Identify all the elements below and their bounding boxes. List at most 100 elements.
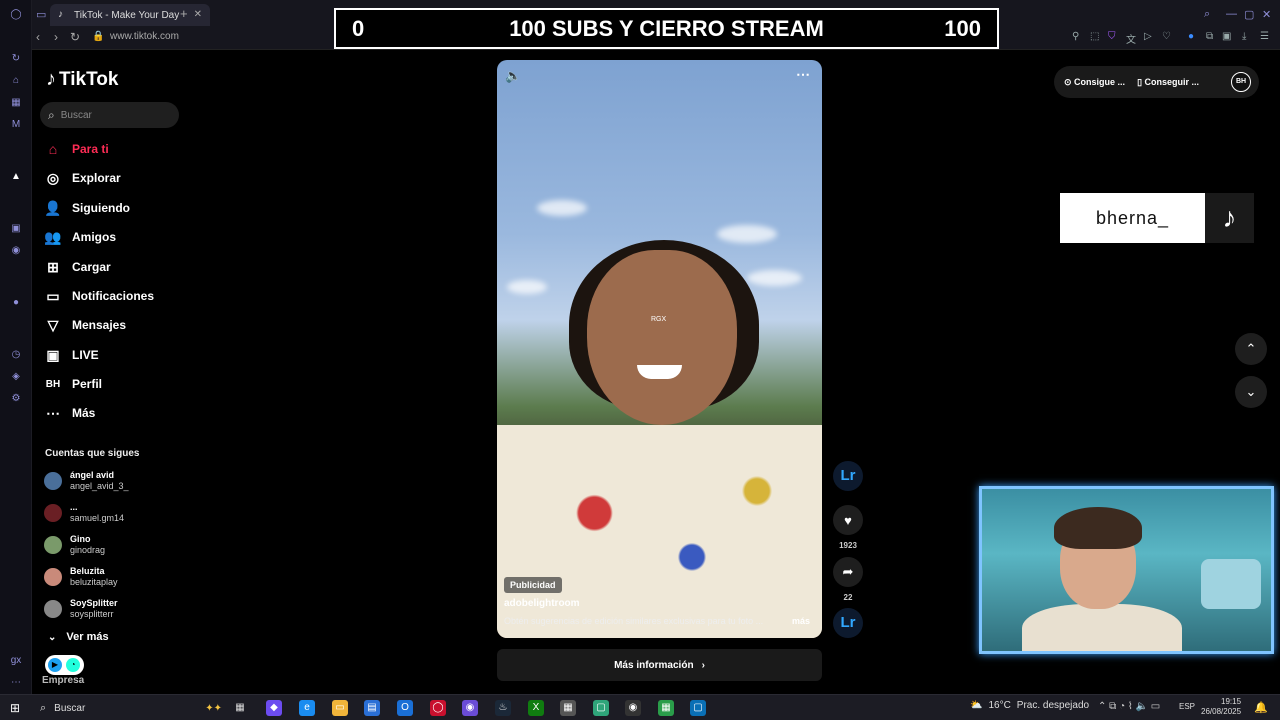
nav-more[interactable]: ⋯ Más <box>44 402 95 424</box>
nav-following[interactable]: 👤 Siguiendo <box>44 197 130 219</box>
language-indicator[interactable]: ESP <box>1179 702 1195 711</box>
nav-friends[interactable]: 👥 Amigos <box>44 226 116 248</box>
previous-video-button[interactable]: ⌃ <box>1235 333 1267 365</box>
extensions-icon[interactable]: ⧉ <box>1206 31 1213 42</box>
get-coins-button[interactable]: ⊙ Consigue ... <box>1064 77 1125 88</box>
bag-icon[interactable]: ⌂ <box>9 74 23 88</box>
back-icon[interactable]: ‹ <box>36 30 40 44</box>
browser-sidebar: ◯ ↻ ⌂ ▦ M ▲ ▣ ◉ ● ◷ ◈ ⚙ gx ⋯ <box>0 0 32 694</box>
reload-icon[interactable]: ↻ <box>70 30 80 44</box>
taskbar-search[interactable]: ⌕ Buscar ✦✦ <box>32 698 222 718</box>
following-item[interactable]: Beluzita beluzitaplay <box>44 564 118 590</box>
close-tab-icon[interactable]: ✕ <box>194 9 202 20</box>
company-link[interactable]: Empresa <box>42 675 84 686</box>
volume-icon[interactable]: 🔈 <box>505 68 521 84</box>
profile-avatar-icon[interactable]: ▣ <box>1222 31 1231 42</box>
clock-icon[interactable]: ◷ <box>9 348 23 362</box>
url-field[interactable]: www.tiktok.com <box>110 31 179 42</box>
window-app-icon[interactable]: ▢ <box>690 700 706 716</box>
store-icon[interactable]: ▤ <box>364 700 380 716</box>
nav-live[interactable]: ▣ LIVE <box>44 344 98 366</box>
profile-avatar[interactable]: BH <box>1231 72 1251 92</box>
nav-profile[interactable]: BH Perfil <box>44 373 102 395</box>
music-icon[interactable]: ● <box>9 296 23 310</box>
system-tray-icons[interactable]: ⌃ ⧉ ◔ ⌇ 🔈 ▭ <box>1098 701 1160 712</box>
pin-icon[interactable]: ⚲ <box>1072 31 1079 42</box>
live-icon: ▣ <box>46 346 60 363</box>
minimize-icon[interactable]: — <box>1226 8 1237 20</box>
forward-icon[interactable]: › <box>54 30 58 44</box>
tab-menu-icon[interactable]: ▭ <box>36 8 46 21</box>
xbox-icon[interactable]: X <box>528 700 544 716</box>
effects-toggle[interactable]: ▶ ◔ <box>45 655 84 675</box>
nav-for-you[interactable]: ⌂ Para ti <box>44 138 109 160</box>
weather-widget[interactable]: ⛅ 16°C Prac. despejado <box>970 700 1089 711</box>
settings-icon[interactable]: ⚙ <box>9 392 23 406</box>
music-disc[interactable]: Lr <box>833 608 863 638</box>
aria-icon[interactable]: ▲ <box>9 170 23 184</box>
nav-upload[interactable]: ⊞ Cargar <box>44 256 111 278</box>
snapshot-icon[interactable]: ⬚ <box>1090 31 1099 42</box>
following-item[interactable]: ... samuel.gm14 <box>44 500 124 526</box>
obs-icon[interactable]: ◉ <box>625 700 641 716</box>
video-username[interactable]: adobelightroom <box>504 598 580 609</box>
chat-app-icon[interactable]: ▢ <box>593 700 609 716</box>
following-item[interactable]: SoySplitter soysplitterr <box>44 596 118 622</box>
translate-icon[interactable]: 文 <box>1126 31 1136 46</box>
windows-start-icon[interactable]: ⊞ <box>10 701 20 715</box>
shield-icon[interactable]: ⛉ <box>1108 31 1116 42</box>
menu-icon[interactable]: ☰ <box>1260 31 1269 42</box>
get-app-button[interactable]: ▯ Conseguir ... <box>1137 77 1199 88</box>
brand-avatar[interactable]: Lr <box>833 461 863 491</box>
more-options-icon[interactable]: ⋯ <box>796 66 810 83</box>
taskbar-clock[interactable]: 19:15 26/08/2025 <box>1201 697 1241 717</box>
edge-icon[interactable]: e <box>299 700 315 716</box>
cube-icon[interactable]: ◈ <box>9 370 23 384</box>
see-more-button[interactable]: ⌄ Ver más <box>48 631 109 643</box>
search-icon[interactable]: ⌕ <box>1204 8 1210 21</box>
file-explorer-icon[interactable]: ▭ <box>332 700 348 716</box>
calculator-icon[interactable]: ▦ <box>560 700 576 716</box>
sheets-icon[interactable]: ▦ <box>658 700 674 716</box>
opera-logo-icon[interactable]: ◯ <box>9 8 23 22</box>
nav-explore[interactable]: ◎ Explorar <box>44 167 121 189</box>
person-follow-icon: 👤 <box>44 199 62 216</box>
gx-icon[interactable]: gx <box>9 654 23 668</box>
video-player[interactable]: 🔈 ⋯ RGX Publicidad adobelightroom Obtén … <box>497 60 822 638</box>
nav-notifications[interactable]: ▭ Notificaciones <box>44 285 154 307</box>
cloud <box>537 200 587 216</box>
nav-label: Amigos <box>72 230 117 244</box>
discord-app-icon[interactable]: ◉ <box>462 700 478 716</box>
gallery-icon[interactable]: ▦ <box>9 96 23 110</box>
new-tab-icon[interactable]: + <box>180 6 188 21</box>
heart-icon[interactable]: ♡ <box>1162 31 1171 42</box>
discord-icon[interactable]: ◉ <box>9 244 23 258</box>
notifications-icon[interactable]: 🔔 <box>1254 701 1268 714</box>
steam-icon[interactable]: ♨ <box>495 700 511 716</box>
more-icon[interactable]: ⋯ <box>9 676 23 690</box>
tiktok-logo-icon: ♪ <box>1205 193 1254 243</box>
maximize-icon[interactable]: ▢ <box>1244 8 1254 21</box>
share-button[interactable]: ➦ 22 <box>833 557 863 602</box>
play-icon[interactable]: ▷ <box>1144 31 1152 42</box>
close-window-icon[interactable]: ✕ <box>1262 8 1271 21</box>
tiktok-logo[interactable]: ♪ TikTok <box>46 68 118 91</box>
outlook-icon[interactable]: O <box>397 700 413 716</box>
messenger-icon[interactable]: M <box>9 118 23 132</box>
twitch-icon[interactable]: ▣ <box>9 222 23 236</box>
search-input[interactable]: ⌕ Buscar <box>40 102 179 128</box>
nav-messages[interactable]: ▽ Mensajes <box>44 314 126 336</box>
more-info-button[interactable]: Más información › <box>497 649 822 681</box>
next-video-button[interactable]: ⌄ <box>1235 376 1267 408</box>
copilot-icon[interactable]: ◆ <box>266 700 282 716</box>
task-view-icon[interactable]: ▦ <box>232 700 248 716</box>
download-icon[interactable]: ⤓ <box>1242 31 1246 42</box>
vpn-icon[interactable]: ● <box>1188 31 1194 42</box>
following-item[interactable]: Gino ginodrag <box>44 532 105 558</box>
account-name: ángel avid <box>70 470 115 480</box>
history-icon[interactable]: ↻ <box>9 52 23 66</box>
like-button[interactable]: ♥ 1923 <box>833 505 863 550</box>
opera-gx-icon[interactable]: ◯ <box>430 700 446 716</box>
description-more-link[interactable]: más <box>792 616 810 626</box>
following-item[interactable]: ángel avid angel_avid_3_ <box>44 468 129 494</box>
